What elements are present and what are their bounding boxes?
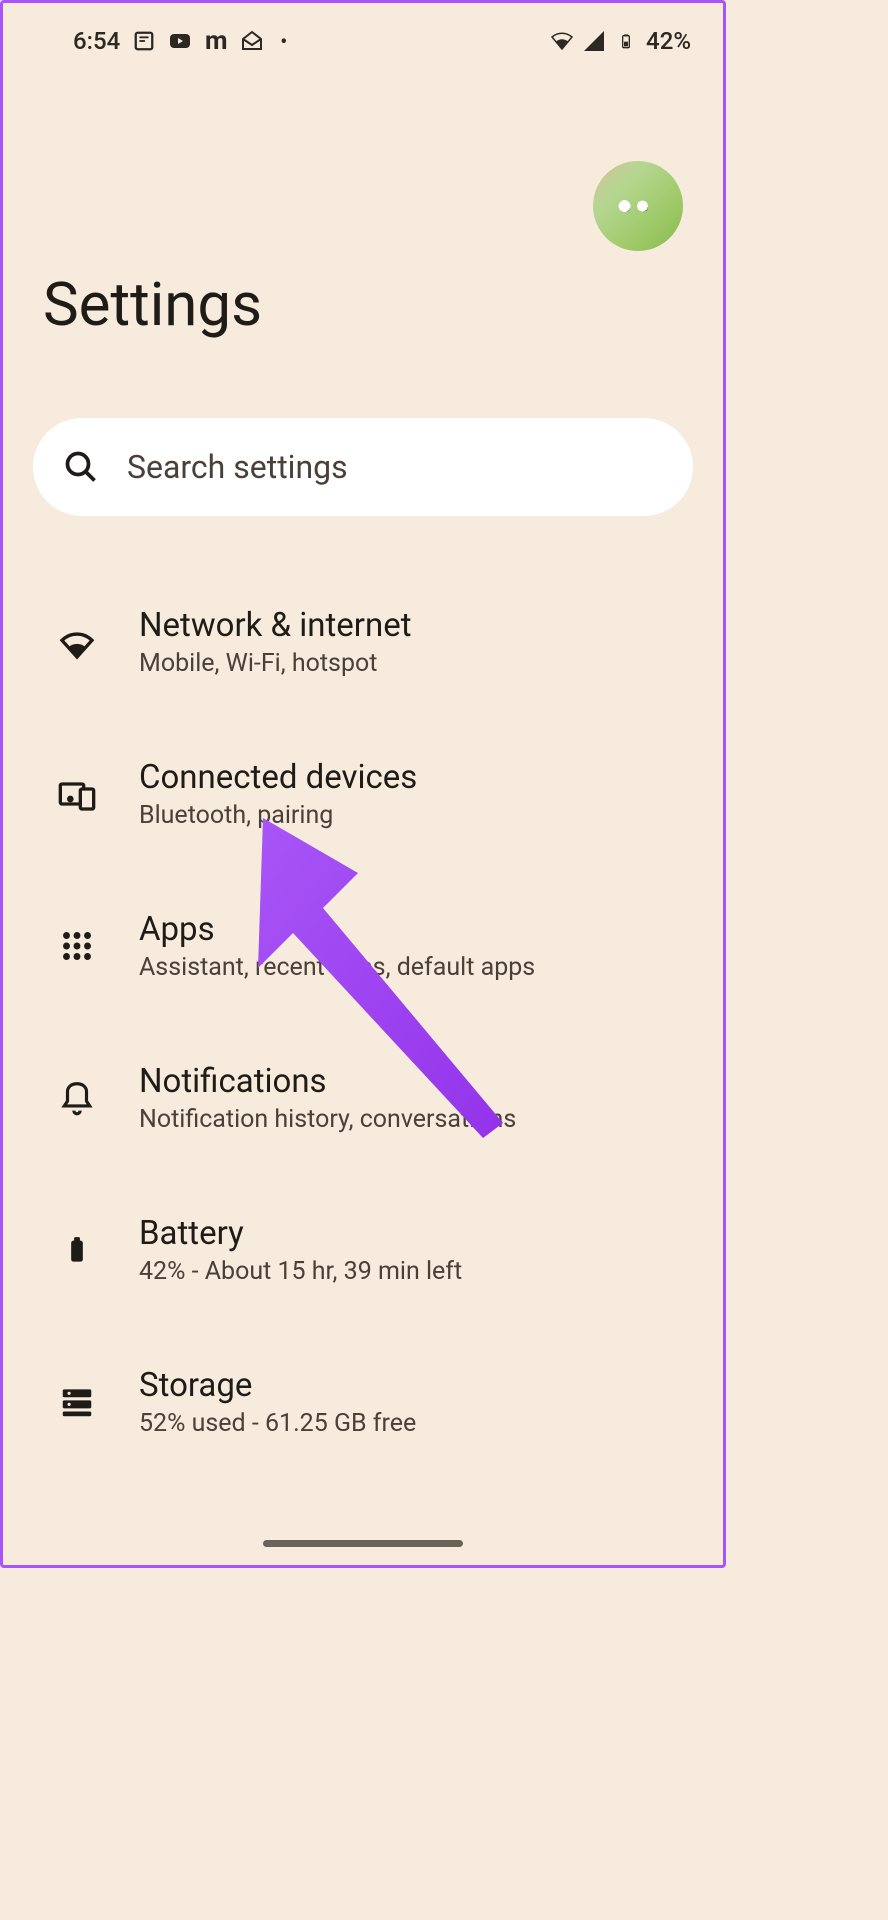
item-text: Connected devices Bluetooth, pairing [139,758,417,830]
item-text: Network & internet Mobile, Wi-Fi, hotspo… [139,606,412,678]
connected-devices-item[interactable]: Connected devices Bluetooth, pairing [3,718,723,870]
dot-icon: • [280,29,287,53]
notifications-item[interactable]: Notifications Notification history, conv… [3,1022,723,1174]
item-subtitle: Mobile, Wi-Fi, hotspot [139,649,412,678]
item-title: Connected devices [139,758,417,797]
m-icon: m [204,29,228,53]
apps-grid-icon [57,926,97,966]
battery-percent: 42% [646,27,691,55]
status-time: 6:54 [73,27,120,55]
storage-icon [57,1382,97,1422]
item-text: Battery 42% - About 15 hr, 39 min left [139,1214,462,1286]
status-bar: 6:54 m • 42% [3,3,723,61]
item-text: Storage 52% used - 61.25 GB free [139,1366,416,1438]
battery-item[interactable]: Battery 42% - About 15 hr, 39 min left [3,1174,723,1326]
contact-card-icon [132,29,156,53]
item-title: Network & internet [139,606,412,645]
status-right: 42% [550,27,691,55]
bell-icon [57,1078,97,1118]
search-icon [63,449,99,485]
devices-icon [57,774,97,814]
item-text: Notifications Notification history, conv… [139,1062,516,1134]
item-subtitle: 52% used - 61.25 GB free [139,1409,416,1438]
item-text: Apps Assistant, recent apps, default app… [139,910,535,982]
page-title: Settings [3,251,723,340]
search-bar[interactable]: Search settings [33,418,693,516]
storage-item[interactable]: Storage 52% used - 61.25 GB free [3,1326,723,1478]
header [3,61,723,251]
status-left: 6:54 m • [73,27,287,55]
item-subtitle: Notification history, conversations [139,1105,516,1134]
nav-bar-handle[interactable] [263,1540,463,1547]
network-internet-item[interactable]: Network & internet Mobile, Wi-Fi, hotspo… [3,566,723,718]
battery-icon [57,1230,97,1270]
wifi-icon [550,29,574,53]
settings-list: Network & internet Mobile, Wi-Fi, hotspo… [3,566,723,1478]
item-subtitle: Bluetooth, pairing [139,801,417,830]
wifi-icon [57,622,97,662]
item-title: Notifications [139,1062,516,1101]
search-placeholder: Search settings [127,448,348,486]
item-subtitle: Assistant, recent apps, default apps [139,953,535,982]
signal-icon [582,29,606,53]
battery-icon [614,29,638,53]
youtube-icon [168,29,192,53]
item-title: Storage [139,1366,416,1405]
item-title: Apps [139,910,535,949]
profile-avatar[interactable] [593,161,683,251]
apps-item[interactable]: Apps Assistant, recent apps, default app… [3,870,723,1022]
mail-icon [240,29,264,53]
item-title: Battery [139,1214,462,1253]
item-subtitle: 42% - About 15 hr, 39 min left [139,1257,462,1286]
